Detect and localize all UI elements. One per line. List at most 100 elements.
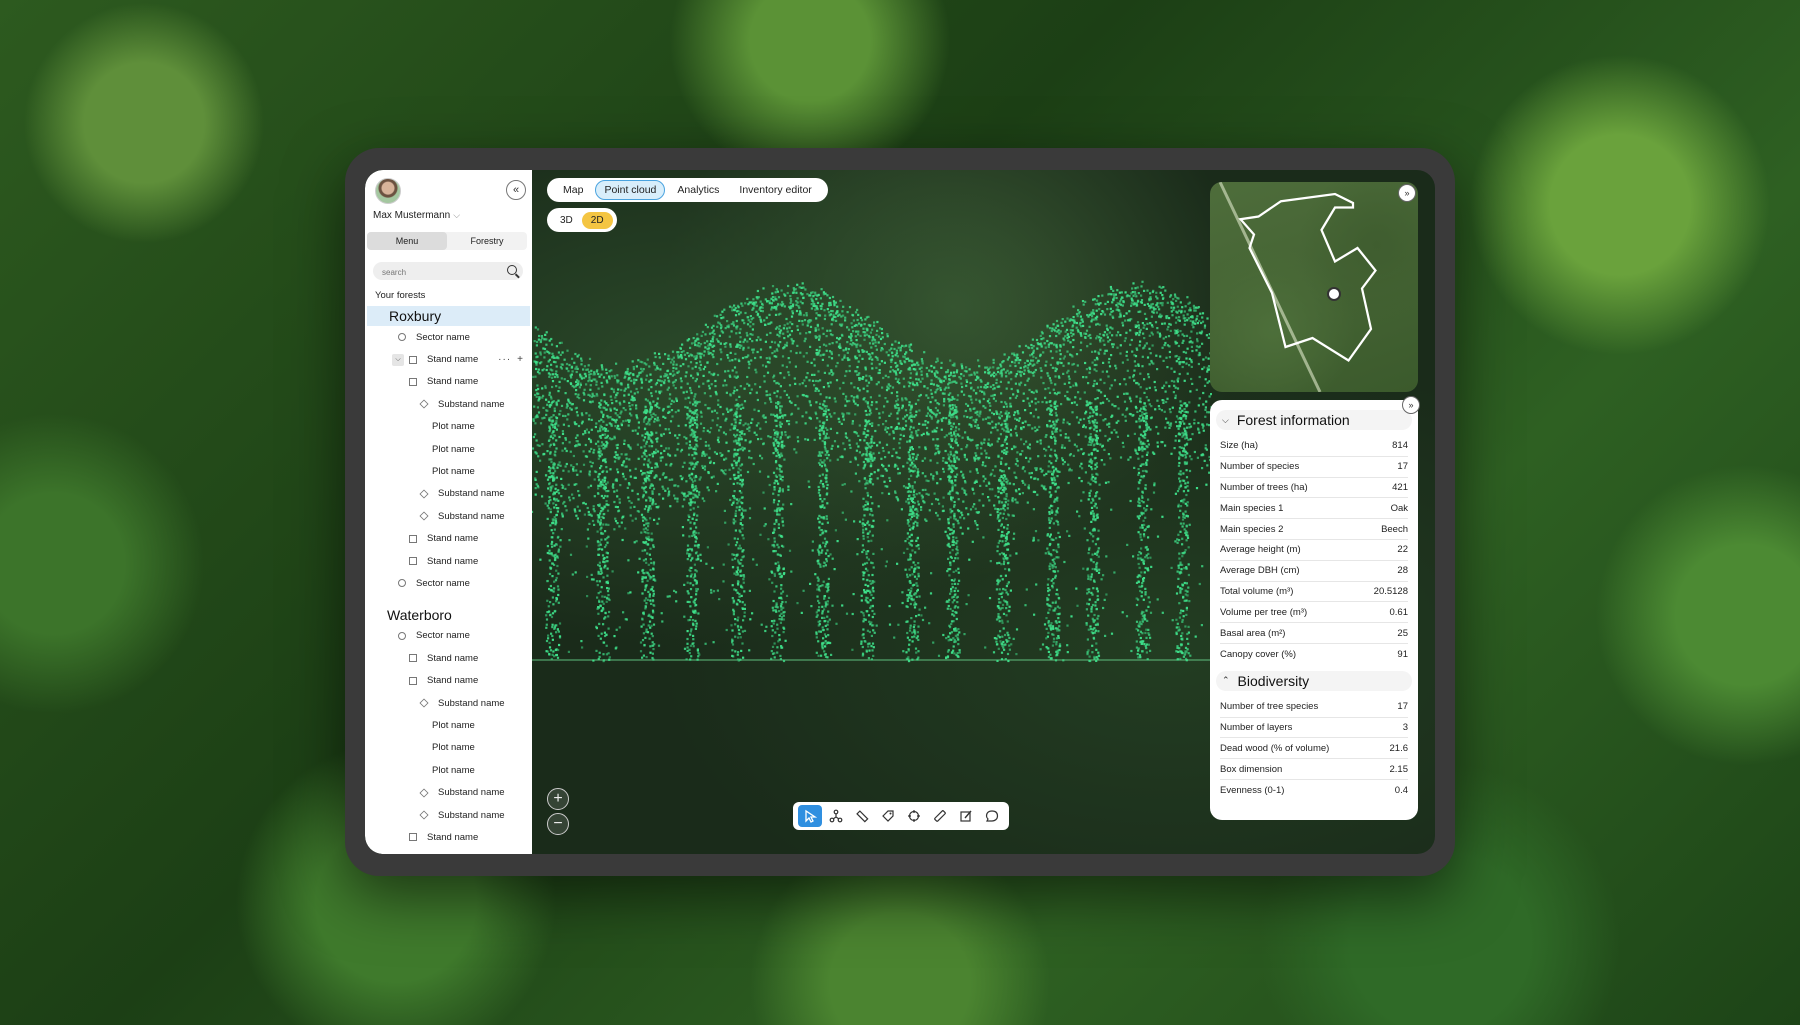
tab-point-cloud[interactable]: Point cloud — [595, 180, 666, 200]
tree-item-plot[interactable]: Plot name — [365, 737, 532, 759]
info-label: Number of tree species — [1220, 701, 1319, 713]
edit-tool-button[interactable] — [954, 805, 978, 827]
tree-item-label: Stand name — [427, 354, 479, 366]
tree-item-substand[interactable]: Substand name — [365, 804, 532, 826]
user-menu[interactable]: Max Mustermann ⌵ — [373, 210, 460, 221]
avatar[interactable] — [375, 178, 401, 204]
tree-item-stand-sub[interactable]: Stand name — [365, 550, 532, 572]
square-icon — [409, 654, 417, 663]
measure-tool-button[interactable] — [928, 805, 952, 827]
zoom-in-button[interactable]: + — [547, 788, 569, 810]
tree-item-stand-sub[interactable]: Stand name — [365, 826, 532, 848]
chevron-down-icon: ⌵ — [1222, 414, 1229, 425]
ruler-icon — [856, 810, 869, 823]
expand-toggle-icon[interactable]: ⌵ — [392, 353, 404, 366]
info-row: Main species 1 Oak — [1220, 498, 1408, 520]
diamond-icon — [419, 511, 429, 521]
tree-item-sector[interactable]: Sector name — [365, 572, 532, 594]
forest-tree: Roxbury Sector name ⌵ Stand name ··· + Stand n… — [365, 306, 532, 849]
target-icon — [908, 810, 920, 822]
tree-item-stand-expanded[interactable]: ⌵ Stand name ··· + — [365, 348, 532, 370]
search-input[interactable] — [373, 263, 493, 282]
search-icon[interactable] — [507, 265, 517, 275]
tree-item-substand[interactable]: Substand name — [365, 483, 532, 505]
edit-icon — [960, 810, 972, 822]
diamond-icon — [419, 698, 429, 708]
tree-item-label: Plot name — [432, 719, 475, 731]
tablet-device: « Max Mustermann⌵ Menu Forestry Your for… — [345, 148, 1455, 876]
node-icon — [829, 809, 843, 823]
tree-item-plot[interactable]: Plot name — [365, 759, 532, 781]
tab-menu[interactable]: Menu — [367, 232, 447, 250]
forest-roxbury[interactable]: Roxbury — [367, 306, 530, 326]
tree-item-stand-sub[interactable]: Stand name — [365, 371, 532, 393]
tree-item-substand[interactable]: Substand name — [365, 781, 532, 803]
collapse-info-button[interactable]: » — [1402, 396, 1420, 414]
info-value: 0.4 — [1394, 784, 1408, 796]
tree-item-stand-sub[interactable]: Stand name — [365, 647, 532, 669]
info-label: Main species 1 — [1220, 502, 1284, 514]
tab-inventory-editor[interactable]: Inventory editor — [731, 181, 819, 199]
tree-item-plot[interactable]: Plot name — [365, 416, 532, 438]
comment-icon — [985, 810, 999, 822]
row-actions: ··· + — [492, 354, 524, 365]
tree-item-plot[interactable]: Plot name — [365, 438, 532, 460]
tree-item-substand[interactable]: Substand name — [365, 505, 532, 527]
target-tool-button[interactable] — [902, 805, 926, 827]
minimap-boundary — [1218, 182, 1377, 392]
section-label: Your forests — [375, 290, 426, 301]
info-label: Average DBH (cm) — [1220, 565, 1300, 577]
tree-item-substand[interactable]: Substand name — [365, 393, 532, 415]
info-label: Number of species — [1220, 461, 1300, 473]
square-icon — [409, 355, 417, 364]
tree-item-substand[interactable]: Substand name — [365, 692, 532, 714]
tree-item-sector[interactable]: Sector name — [365, 625, 532, 647]
info-label: Box dimension — [1220, 763, 1283, 775]
tree-item-stand-sub[interactable]: Stand name — [365, 669, 532, 691]
biodiversity-header[interactable]: ⌃ Biodiversity — [1216, 670, 1412, 691]
diamond-icon — [419, 489, 429, 499]
section-title: Forest information — [1236, 412, 1350, 428]
diamond-icon — [419, 788, 429, 798]
tree-item-label: Stand name — [427, 555, 479, 567]
sidebar-tabs: Menu Forestry — [367, 232, 527, 250]
user-name: Max Mustermann — [373, 210, 451, 221]
node-tool-button[interactable] — [824, 805, 848, 827]
diamond-icon — [419, 399, 429, 409]
tree-item-stand-sub[interactable]: Stand name — [365, 528, 532, 550]
tab-map[interactable]: Map — [555, 181, 591, 199]
tag-icon — [882, 810, 894, 822]
tree-item-plot[interactable]: Plot name — [365, 714, 532, 736]
point-cloud-view[interactable] — [532, 250, 1212, 680]
tree-item-label: Sector name — [416, 630, 470, 642]
more-icon[interactable]: ··· — [498, 354, 511, 365]
tree-item-sector[interactable]: Sector name — [365, 326, 532, 348]
view-tabs: Map Point cloud Analytics Inventory editor — [547, 178, 828, 202]
plus-icon[interactable]: + — [517, 354, 524, 365]
info-value: 91 — [1397, 648, 1408, 660]
forest-waterboro[interactable]: Waterboro — [365, 605, 532, 625]
tab-forestry[interactable]: Forestry — [447, 232, 527, 250]
view-mode-3d[interactable]: 3D — [551, 212, 582, 229]
info-value: Oak — [1390, 502, 1408, 514]
ruler-tool-button[interactable] — [850, 805, 874, 827]
double-chevron-right-icon: » — [1404, 188, 1410, 198]
select-tool-button[interactable] — [798, 805, 822, 827]
tree-item-label: Substand name — [438, 488, 505, 500]
zoom-out-button[interactable]: − — [547, 813, 569, 835]
info-value: 3 — [1402, 721, 1408, 733]
tab-analytics[interactable]: Analytics — [669, 181, 727, 199]
expand-minimap-button[interactable]: » — [1398, 184, 1416, 202]
chevron-down-icon: ⌵ — [453, 210, 461, 220]
tag-tool-button[interactable] — [876, 805, 900, 827]
info-row: Basal area (m²) 25 — [1220, 623, 1408, 644]
view-mode-2d[interactable]: 2D — [581, 211, 613, 229]
minimap[interactable]: » — [1210, 182, 1418, 392]
info-value: 421 — [1392, 481, 1408, 493]
tree-item-plot[interactable]: Plot name — [365, 460, 532, 482]
square-icon — [409, 833, 417, 842]
forest-information-header[interactable]: ⌵ Forest information — [1216, 410, 1412, 430]
minus-icon: − — [553, 815, 563, 832]
comment-tool-button[interactable] — [980, 805, 1004, 827]
collapse-sidebar-button[interactable]: « — [506, 180, 526, 200]
